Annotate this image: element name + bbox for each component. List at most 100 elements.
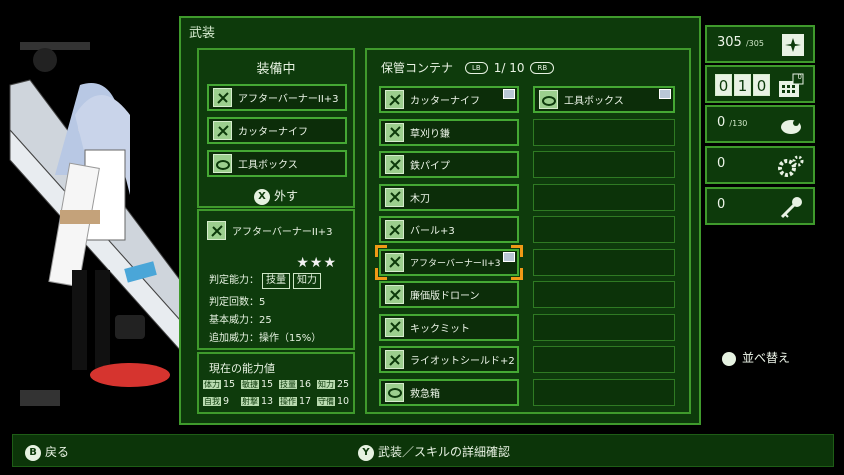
capacity-max: /305 bbox=[745, 39, 764, 48]
x-button-icon: X bbox=[253, 188, 270, 205]
parts-bird-icon bbox=[777, 113, 805, 141]
storage-slot[interactable]: 木刀 bbox=[379, 183, 519, 211]
item-label: カッターナイフ bbox=[410, 96, 480, 107]
storage-slot[interactable]: 廉価版ドローン bbox=[379, 281, 519, 308]
selection-cursor-corner bbox=[511, 267, 523, 280]
gears-value: 0 bbox=[717, 156, 726, 171]
item-label: 工具ボックス bbox=[238, 160, 298, 171]
item-label: カッターナイフ bbox=[238, 127, 308, 138]
toolbox-icon bbox=[213, 154, 232, 173]
storage-slot[interactable]: バール+3 bbox=[379, 216, 519, 243]
blade-icon bbox=[385, 90, 404, 109]
selection-cursor-corner bbox=[511, 244, 523, 257]
menu-icon bbox=[722, 351, 736, 366]
item-detail-panel: アフターバーナーII+3 ★★★ 判定能力： 技量 知力 判定回数：5 基本威力：2… bbox=[197, 209, 355, 350]
keys-value: 0 bbox=[717, 197, 726, 212]
counter-digit: 0 bbox=[753, 74, 770, 96]
parts-current: 0 bbox=[717, 115, 726, 130]
stat-value: 17 bbox=[299, 396, 312, 407]
item-label: 救急箱 bbox=[410, 388, 440, 400]
judge-tag: 技量 bbox=[262, 273, 290, 289]
sparkle-icon bbox=[781, 33, 805, 61]
blade-icon bbox=[385, 285, 404, 304]
empty-storage-slot[interactable] bbox=[533, 346, 675, 373]
selection-cursor-corner bbox=[375, 267, 387, 280]
lb-button[interactable]: LB bbox=[465, 61, 488, 74]
new-badge-icon bbox=[659, 89, 671, 99]
item-label: キックミット bbox=[410, 323, 470, 335]
blade-icon bbox=[385, 155, 404, 174]
key-icon bbox=[777, 195, 805, 223]
item-label: 草刈り鎌 bbox=[410, 128, 450, 140]
item-label: アフターバーナーII+3 bbox=[410, 258, 501, 269]
gears-box: 0 bbox=[705, 146, 815, 184]
stat-item: 技量 16 bbox=[279, 379, 311, 390]
stat-value: 25 bbox=[337, 379, 350, 390]
parts-max: /130 bbox=[729, 119, 748, 128]
capacity-box: 305 /305 bbox=[705, 25, 815, 63]
empty-storage-slot[interactable] bbox=[533, 118, 675, 146]
counter-box: 0 1 0 0 bbox=[705, 65, 815, 103]
equipped-title: 装備中 bbox=[256, 62, 296, 77]
selection-cursor-corner bbox=[375, 244, 387, 257]
item-label: 鉄パイプ bbox=[410, 161, 450, 172]
storage-slot[interactable]: アフターバーナーII+3 bbox=[375, 244, 523, 280]
empty-storage-slot[interactable] bbox=[533, 378, 675, 406]
equipped-slot[interactable]: アフターバーナーII+3 bbox=[207, 84, 347, 111]
stat-value: 16 bbox=[299, 379, 312, 390]
storage-container-panel: 保管コンテナ LB 1/ 10 RB カッターナイフ 草刈り鎌鉄パイプ木刀バール+… bbox=[365, 48, 691, 414]
stat-value: 15 bbox=[261, 379, 274, 390]
empty-storage-slot[interactable] bbox=[533, 281, 675, 308]
item-label: バール+3 bbox=[410, 226, 455, 237]
detail-name: アフターバーナーII+3 bbox=[207, 221, 333, 240]
item-label: 木刀 bbox=[410, 193, 430, 205]
storage-slot[interactable]: キックミット bbox=[379, 313, 519, 341]
stat-item: 操作 17 bbox=[279, 396, 311, 407]
equipped-slot[interactable]: カッターナイフ bbox=[207, 117, 347, 144]
parts-box: 0 /130 bbox=[705, 105, 815, 143]
blade-icon bbox=[385, 187, 404, 207]
toolbox-icon bbox=[385, 382, 404, 402]
storage-slot[interactable]: 草刈り鎌 bbox=[379, 118, 519, 146]
storage-slot[interactable]: 救急箱 bbox=[379, 378, 519, 406]
back-button[interactable]: B 戻る bbox=[25, 443, 69, 461]
stat-item: 自我 9 bbox=[203, 396, 229, 407]
footer-bar: B 戻る Y 武装／スキルの詳細確認 bbox=[12, 434, 834, 467]
stat-key: 守備 bbox=[317, 397, 335, 406]
equipped-panel: 装備中 アフターバーナーII+3 カッターナイフ 工具ボックス X 外す bbox=[197, 48, 355, 208]
empty-storage-slot[interactable] bbox=[533, 216, 675, 243]
detail-confirm-button[interactable]: Y 武装／スキルの詳細確認 bbox=[358, 443, 510, 461]
digit-counter: 0 1 0 bbox=[715, 74, 770, 96]
empty-storage-slot[interactable] bbox=[533, 248, 675, 276]
storage-slot[interactable]: 鉄パイプ bbox=[379, 151, 519, 178]
page-indicator: 1/ 10 bbox=[493, 60, 525, 75]
new-badge-icon bbox=[503, 89, 515, 99]
stat-key: 技量 bbox=[279, 380, 297, 389]
capacity-current: 305 bbox=[717, 35, 742, 50]
remove-button[interactable]: X 外す bbox=[199, 187, 353, 205]
gears-icon bbox=[777, 154, 805, 182]
rb-button[interactable]: RB bbox=[530, 61, 555, 74]
counter-digit: 1 bbox=[734, 74, 751, 96]
empty-storage-slot[interactable] bbox=[533, 183, 675, 211]
sort-button[interactable]: 並べ替え bbox=[722, 349, 790, 366]
item-label: ライオットシールド+2 bbox=[410, 356, 515, 367]
calendar-icon: 0 bbox=[777, 73, 805, 103]
empty-storage-slot[interactable] bbox=[533, 151, 675, 178]
storage-title: 保管コンテナ bbox=[381, 61, 454, 75]
equipped-slot[interactable]: 工具ボックス bbox=[207, 150, 347, 177]
storage-slot[interactable]: カッターナイフ bbox=[379, 86, 519, 113]
storage-slot[interactable]: ライオットシールド+2 bbox=[379, 346, 519, 373]
stat-key: 射撃 bbox=[241, 397, 259, 406]
blade-icon bbox=[213, 121, 232, 140]
empty-storage-slot[interactable] bbox=[533, 313, 675, 341]
stat-item: 体力 15 bbox=[203, 379, 235, 390]
stat-item: 敏捷 15 bbox=[241, 379, 273, 390]
storage-slot[interactable]: 工具ボックス bbox=[533, 86, 675, 113]
remove-label: 外す bbox=[273, 189, 298, 203]
item-label: アフターバーナーII+3 bbox=[238, 94, 339, 105]
judge-ability-label: 判定能力： bbox=[209, 275, 259, 286]
blade-icon bbox=[385, 122, 404, 142]
stat-value: 10 bbox=[337, 396, 350, 407]
item-label: 工具ボックス bbox=[564, 96, 624, 107]
